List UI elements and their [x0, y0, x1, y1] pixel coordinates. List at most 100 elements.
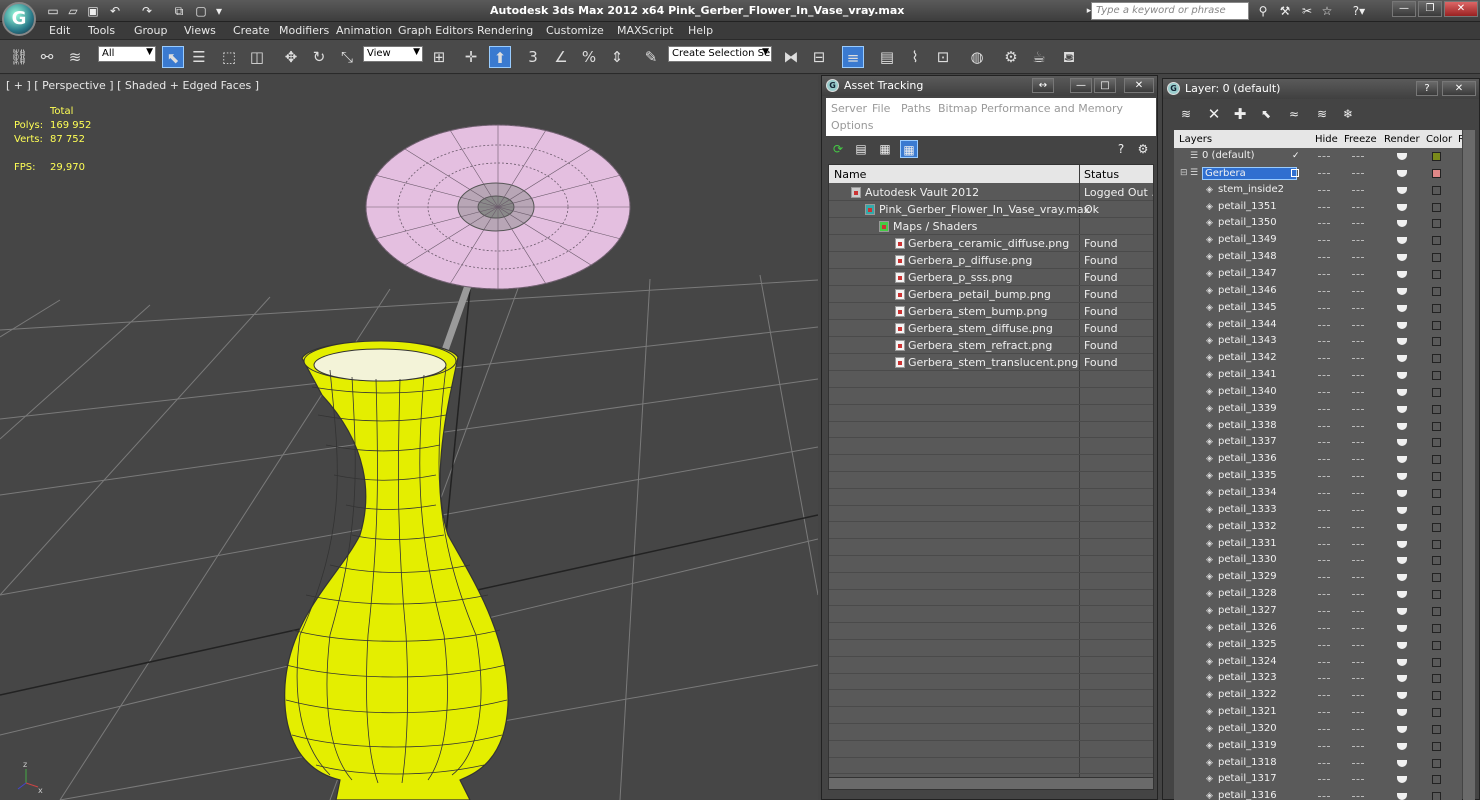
- layer-row[interactable]: ◈ petail_1326: [1174, 620, 1462, 637]
- render-teapot-icon[interactable]: [1397, 523, 1407, 531]
- render-teapot-icon[interactable]: [1397, 624, 1407, 632]
- layer-row[interactable]: ◈ petail_1350: [1174, 215, 1462, 232]
- table-row[interactable]: Gerbera_p_diffuse.png Found: [829, 252, 1153, 269]
- list-view-icon[interactable]: ▤: [852, 140, 870, 158]
- layer-row[interactable]: ◈ stem_inside2: [1174, 182, 1462, 199]
- freeze-toggle[interactable]: [1352, 223, 1364, 225]
- layer-row[interactable]: ◈ petail_1346: [1174, 283, 1462, 300]
- render-teapot-icon[interactable]: [1397, 153, 1407, 160]
- spinner-snap-icon[interactable]: ⇕: [606, 46, 628, 68]
- menu-maxscript[interactable]: MAXScript: [617, 24, 673, 37]
- asset-tracking-titlebar[interactable]: G Asset Tracking ↔ — □ ✕: [822, 76, 1157, 96]
- select-manipulate-icon[interactable]: ✛: [460, 46, 482, 68]
- hide-toggle[interactable]: [1318, 678, 1330, 680]
- settings-icon[interactable]: ⚙: [1134, 140, 1152, 158]
- help-icon[interactable]: ?▾: [1346, 3, 1372, 19]
- layer-row[interactable]: ◈ petail_1337: [1174, 434, 1462, 451]
- render-teapot-icon[interactable]: [1397, 675, 1407, 683]
- render-teapot-icon[interactable]: [1397, 405, 1407, 413]
- hide-toggle[interactable]: [1318, 543, 1330, 545]
- quick-access-dropdown-icon[interactable]: ▾: [210, 3, 228, 19]
- color-swatch[interactable]: [1432, 404, 1441, 414]
- freeze-toggle[interactable]: [1352, 560, 1364, 562]
- rotate-icon[interactable]: ↻: [308, 46, 330, 68]
- col-render-header[interactable]: Render: [1384, 134, 1420, 145]
- render-teapot-icon[interactable]: [1397, 169, 1407, 177]
- hide-toggle[interactable]: [1318, 257, 1330, 259]
- render-teapot-icon[interactable]: [1397, 439, 1407, 447]
- panel-close-button[interactable]: ✕: [1124, 78, 1154, 93]
- table-row[interactable]: Gerbera_stem_bump.png Found: [829, 303, 1153, 320]
- asset-table-hscrollbar[interactable]: [829, 777, 1153, 789]
- favorites-star-icon[interactable]: ☆: [1318, 3, 1336, 19]
- menu-modifiers[interactable]: Modifiers: [279, 24, 329, 37]
- color-swatch[interactable]: [1432, 623, 1441, 633]
- layer-manager-icon[interactable]: ≡: [842, 46, 864, 68]
- render-teapot-icon[interactable]: [1397, 372, 1407, 380]
- keyword-search-input[interactable]: Type a keyword or phrase: [1091, 2, 1249, 20]
- col-hide-header[interactable]: Hide: [1315, 134, 1338, 145]
- pivot-center-icon[interactable]: ⊞: [428, 46, 450, 68]
- menu-graph-editors[interactable]: Graph Editors: [398, 24, 474, 37]
- freeze-toggle[interactable]: [1352, 324, 1364, 326]
- freeze-toggle[interactable]: [1352, 796, 1364, 798]
- freeze-toggle[interactable]: [1352, 509, 1364, 511]
- freeze-toggle[interactable]: [1352, 762, 1364, 764]
- menu-customize[interactable]: Customize: [546, 24, 604, 37]
- layer-row[interactable]: ◈ petail_1349: [1174, 232, 1462, 249]
- minimize-button[interactable]: —: [1392, 1, 1416, 17]
- freeze-toggle[interactable]: [1352, 425, 1364, 427]
- freeze-toggle[interactable]: [1352, 728, 1364, 730]
- layer-row[interactable]: ◈ petail_1351: [1174, 199, 1462, 216]
- select-object-icon[interactable]: ⬉: [162, 46, 184, 68]
- table-row[interactable]: Pink_Gerber_Flower_In_Vase_vray.max Ok: [829, 201, 1153, 218]
- menu-animation[interactable]: Animation: [336, 24, 392, 37]
- panel-close-button[interactable]: ✕: [1442, 81, 1476, 96]
- layer-row[interactable]: ◈ petail_1327: [1174, 603, 1462, 620]
- layer-row[interactable]: ◈ petail_1343: [1174, 333, 1462, 350]
- detail-view-icon[interactable]: ▦: [876, 140, 894, 158]
- layer-row[interactable]: ◈ petail_1318: [1174, 755, 1462, 772]
- freeze-toggle[interactable]: [1352, 257, 1364, 259]
- freeze-toggle[interactable]: [1352, 644, 1364, 646]
- color-swatch[interactable]: [1432, 775, 1441, 785]
- hide-toggle[interactable]: [1318, 375, 1330, 377]
- layer-panel-titlebar[interactable]: G Layer: 0 (default) ? ✕: [1163, 79, 1479, 99]
- color-swatch[interactable]: [1432, 792, 1441, 800]
- color-swatch[interactable]: [1432, 606, 1441, 616]
- render-teapot-icon[interactable]: [1397, 388, 1407, 396]
- hide-toggle[interactable]: [1318, 358, 1330, 360]
- rendered-frame-window-icon[interactable]: ☕: [1028, 46, 1050, 68]
- layer-row[interactable]: ⊟ ☰ Gerbera: [1174, 165, 1462, 182]
- render-teapot-icon[interactable]: [1397, 574, 1407, 582]
- hide-toggle[interactable]: [1318, 391, 1330, 393]
- layer-row[interactable]: ◈ petail_1330: [1174, 552, 1462, 569]
- layer-row[interactable]: ◈ petail_1338: [1174, 418, 1462, 435]
- freeze-toggle[interactable]: [1352, 375, 1364, 377]
- color-swatch[interactable]: [1432, 219, 1441, 229]
- hide-toggle[interactable]: [1318, 526, 1330, 528]
- freeze-toggle[interactable]: [1352, 594, 1364, 596]
- render-teapot-icon[interactable]: [1397, 725, 1407, 733]
- color-swatch[interactable]: [1432, 691, 1441, 701]
- unlink-icon[interactable]: ⚯: [36, 46, 58, 68]
- color-swatch[interactable]: [1432, 438, 1441, 448]
- highlight-layer-icon[interactable]: ≈: [1285, 105, 1303, 123]
- curve-editor-icon[interactable]: ⌇: [904, 46, 926, 68]
- asset-menu-options[interactable]: Options: [831, 119, 873, 132]
- color-swatch[interactable]: [1432, 421, 1441, 431]
- freeze-toggle[interactable]: [1352, 341, 1364, 343]
- freeze-toggle[interactable]: [1352, 661, 1364, 663]
- color-swatch[interactable]: [1432, 590, 1441, 600]
- hide-toggle[interactable]: [1318, 745, 1330, 747]
- freeze-toggle[interactable]: [1352, 240, 1364, 242]
- new-file-icon[interactable]: ▭: [44, 3, 62, 19]
- viewport-label[interactable]: [ + ] [ Perspective ] [ Shaded + Edged F…: [6, 79, 259, 92]
- reference-coordinate-select[interactable]: View ▼: [363, 46, 423, 62]
- mirror-icon[interactable]: ⧓: [780, 46, 802, 68]
- render-teapot-icon[interactable]: [1397, 338, 1407, 346]
- render-teapot-icon[interactable]: [1397, 793, 1407, 800]
- hide-toggle[interactable]: [1318, 610, 1330, 612]
- hide-toggle[interactable]: [1318, 408, 1330, 410]
- render-setup-icon[interactable]: ⚙: [1000, 46, 1022, 68]
